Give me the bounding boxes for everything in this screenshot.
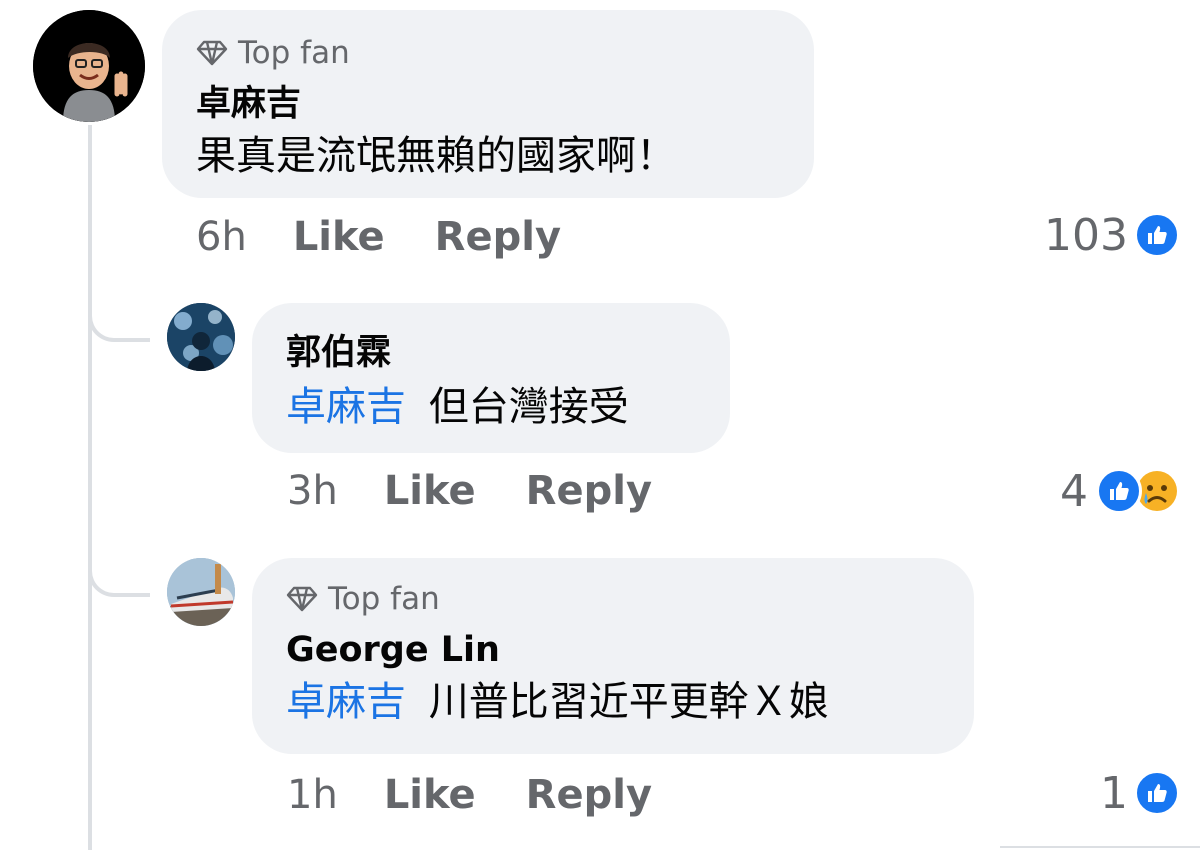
comment-text: 卓麻吉 川普比習近平更幹Ｘ娘 (286, 676, 974, 728)
like-button[interactable]: Like (384, 772, 476, 818)
comment-bubble[interactable]: 郭伯霖 卓麻吉 但台灣接受 (252, 303, 730, 453)
avatar-train-icon (167, 558, 235, 626)
comment-author[interactable]: George Lin (286, 628, 974, 672)
avatar[interactable] (167, 303, 235, 371)
top-fan-badge: Top fan (286, 581, 974, 617)
avatar[interactable] (33, 10, 145, 122)
reply-button[interactable]: Reply (435, 214, 561, 260)
comment-author[interactable]: 卓麻吉 (196, 82, 814, 126)
like-icon (1096, 468, 1142, 514)
comment-actions: 3h Like Reply (287, 468, 652, 514)
comment-bubble[interactable]: Top fan 卓麻吉 果真是流氓無賴的國家啊！ (162, 10, 814, 198)
avatar-cartoon-icon (33, 10, 145, 122)
timestamp[interactable]: 6h (196, 214, 247, 260)
top-fan-badge: Top fan (196, 35, 814, 71)
mention-link[interactable]: 卓麻吉 (286, 679, 406, 725)
comment-bubble[interactable]: Top fan George Lin 卓麻吉 川普比習近平更幹Ｘ娘 (252, 558, 974, 754)
comment-author[interactable]: 郭伯霖 (286, 331, 730, 375)
timestamp[interactable]: 1h (287, 772, 338, 818)
avatar-photo-icon (167, 303, 235, 371)
divider (1000, 846, 1200, 848)
badge-label: Top fan (238, 35, 350, 71)
mention-link[interactable]: 卓麻吉 (286, 384, 406, 430)
reply-connector (88, 300, 150, 342)
like-icon (1134, 212, 1180, 258)
comment-body: 果真是流氓無賴的國家啊！ (196, 133, 676, 179)
reaction-count: 4 (1060, 465, 1088, 517)
comment-text: 卓麻吉 但台灣接受 (286, 381, 730, 433)
reply-button[interactable]: Reply (526, 772, 652, 818)
reaction-count: 103 (1044, 209, 1128, 261)
like-icon (1134, 770, 1180, 816)
comment-actions: 1h Like Reply (287, 772, 652, 818)
reply-button[interactable]: Reply (526, 468, 652, 514)
diamond-icon (286, 586, 318, 612)
badge-label: Top fan (328, 581, 440, 617)
timestamp[interactable]: 3h (287, 468, 338, 514)
reaction-summary[interactable]: 103 (1044, 209, 1180, 261)
comment-text: 果真是流氓無賴的國家啊！ (196, 130, 814, 182)
reaction-summary[interactable]: 4 (1060, 465, 1180, 517)
reply-connector (88, 555, 150, 597)
comment-body: 川普比習近平更幹Ｘ娘 (428, 679, 829, 725)
comment-body: 但台灣接受 (428, 384, 629, 430)
diamond-icon (196, 40, 228, 66)
avatar[interactable] (167, 558, 235, 626)
reaction-summary[interactable]: 1 (1100, 767, 1180, 819)
reaction-count: 1 (1100, 767, 1128, 819)
like-button[interactable]: Like (384, 468, 476, 514)
thread-line (88, 125, 92, 850)
like-button[interactable]: Like (293, 214, 385, 260)
comment-actions: 6h Like Reply (196, 214, 561, 260)
